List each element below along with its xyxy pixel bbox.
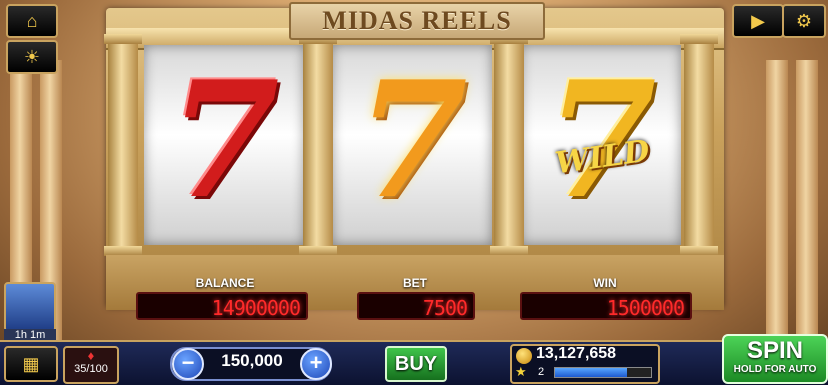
win-display: 1500000 xyxy=(520,292,692,320)
bet-display: 7500 xyxy=(357,292,475,320)
pillar-center-left xyxy=(299,34,337,256)
bg-column-right-2 xyxy=(766,60,788,343)
bet-amount: 150,000 xyxy=(221,351,283,370)
menu-button[interactable]: ▦ xyxy=(4,346,58,382)
video-icon: ▶ xyxy=(751,10,765,31)
home-button[interactable]: ⌂ xyxy=(6,4,58,38)
xp-bar xyxy=(554,367,652,378)
bonus-count: 35/100 xyxy=(74,363,108,375)
daily-bonus-button[interactable]: ☀ xyxy=(6,40,58,74)
pillar-center-right xyxy=(490,34,528,256)
event-avatar-button[interactable] xyxy=(4,282,56,332)
game-title: MIDAS REELS xyxy=(322,6,512,35)
win-label: WIN xyxy=(593,276,617,290)
fire-seven-symbol: 7 xyxy=(356,46,468,234)
xp-bar-fill xyxy=(555,368,627,377)
spin-sub-label: HOLD FOR AUTO xyxy=(733,364,817,375)
game-title-plate: MIDAS REELS xyxy=(289,2,545,40)
menu-grid-icon: ▦ xyxy=(22,353,40,374)
gear-icon: ⚙ xyxy=(795,10,813,31)
video-button[interactable]: ▶ xyxy=(732,4,784,38)
spin-button[interactable]: SPIN HOLD FOR AUTO xyxy=(722,334,828,384)
bonus-chest-icon: ♦ xyxy=(87,348,95,363)
buy-button[interactable]: BUY xyxy=(385,346,447,382)
settings-button[interactable]: ⚙ xyxy=(782,4,826,38)
red-seven-symbol: 7 xyxy=(168,46,280,234)
player-level: 2 xyxy=(538,366,545,378)
home-icon: ⌂ xyxy=(26,10,38,31)
balance-display: 14900000 xyxy=(136,292,308,320)
bonus-progress-button[interactable]: ♦ 35/100 xyxy=(63,346,119,384)
bg-column-right xyxy=(796,60,818,343)
bet-label: BET xyxy=(403,276,427,290)
bet-increase-button[interactable]: + xyxy=(300,348,332,380)
pillar-left xyxy=(104,34,142,256)
balance-label: BALANCE xyxy=(195,276,255,290)
pillar-right xyxy=(680,34,718,256)
coin-balance: 13,127,658 xyxy=(536,345,617,362)
sun-icon: ☀ xyxy=(23,46,41,67)
coin-icon xyxy=(516,348,532,364)
bet-decrease-button[interactable]: − xyxy=(172,348,204,380)
spin-label: SPIN xyxy=(746,337,803,364)
star-icon: ★ xyxy=(515,364,527,379)
